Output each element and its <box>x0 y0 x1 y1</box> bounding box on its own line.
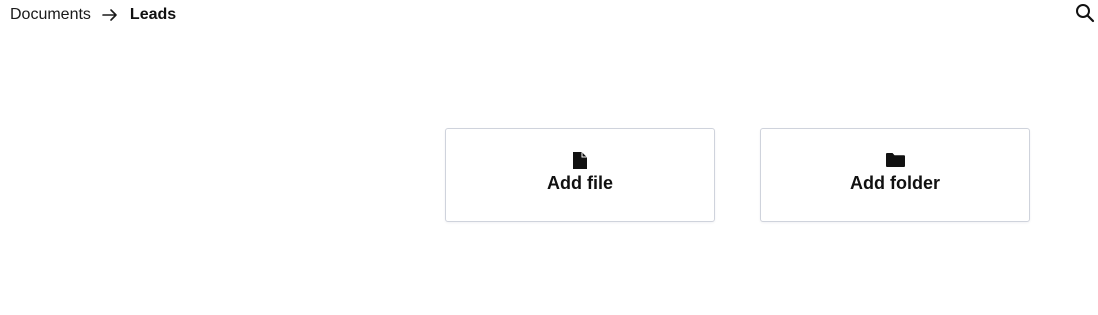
breadcrumb-documents[interactable]: Documents <box>10 5 91 25</box>
add-folder-button[interactable]: Add folder <box>760 128 1030 222</box>
file-icon <box>573 151 587 169</box>
add-folder-label: Add folder <box>850 173 940 193</box>
breadcrumb: Documents Leads <box>10 5 176 25</box>
search-button[interactable] <box>1074 3 1096 28</box>
breadcrumb-current: Leads <box>129 6 177 23</box>
arrow-right-icon <box>102 8 118 22</box>
add-file-label: Add file <box>547 173 613 193</box>
top-bar: Documents Leads <box>0 0 1098 30</box>
add-file-button[interactable]: Add file <box>445 128 715 222</box>
folder-icon <box>885 151 905 169</box>
search-icon <box>1075 3 1095 28</box>
documents-page: Documents Leads Add file Add folder <box>0 0 1098 315</box>
